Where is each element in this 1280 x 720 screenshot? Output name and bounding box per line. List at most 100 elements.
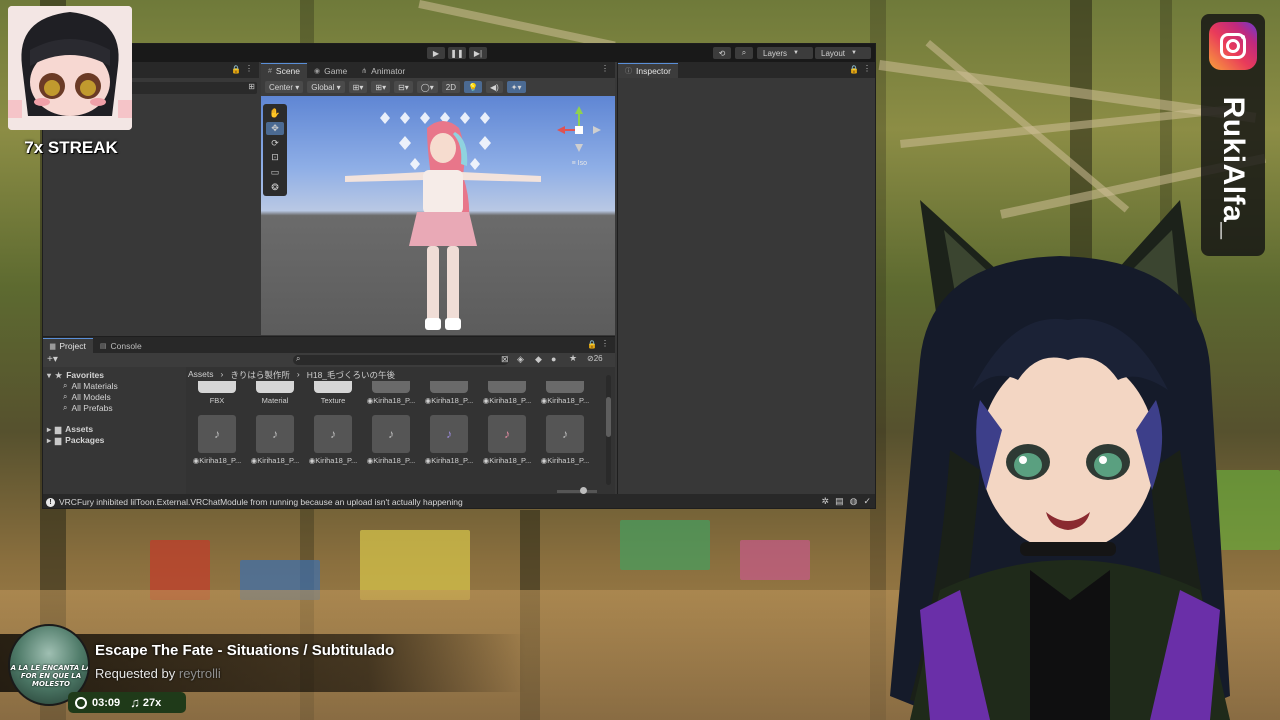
type-filter-icon[interactable]: ◈ [517,354,524,365]
favorite-icon[interactable]: ★ [569,353,577,364]
hidden-count-badge[interactable]: ⊘26 [587,354,603,363]
package-filter-icon[interactable]: ● [551,354,556,364]
animator-icon: ⋔ [361,67,368,75]
tab-console[interactable]: ▤ Console [93,338,149,353]
status-bar[interactable]: ! VRCFury inhibited lilToon.External.VRC… [43,494,875,508]
scene-viewport[interactable]: ✋ ✥ ⟳ ⊡ ▭ ❂ ≡ Iso [261,96,615,335]
animation-clip-icon: ♪ [314,415,352,453]
requester-name: reytrolli [178,666,221,681]
streak-avatar [8,6,132,130]
tab-scene[interactable]: # Scene [261,63,308,78]
folder-icon [256,381,294,393]
grid-snap-icon[interactable]: ⊞▾ [348,81,368,93]
tree-packages[interactable]: ▸ ▆ Packages [47,435,104,445]
asset-tile[interactable]: ◉Kiriha18_P... [537,381,593,405]
now-playing-widget: A LA LE ENCANTA LA FOR EN QUE LA MOLESTO… [0,620,526,720]
scene-panel: # Scene ◉ Game ⋔ Animator ⋮ Center ▾ Glo… [261,62,615,335]
tree-favorites[interactable]: ▾ ★ Favorites [47,370,104,380]
asset-tile[interactable]: ♪ ◉Kiriha18_P... [363,415,419,465]
layers-dropdown[interactable]: Layers ▼ [757,47,813,59]
layout-dropdown[interactable]: Layout ▼ [815,47,871,59]
lighting-icon[interactable]: 💡 [464,81,482,93]
asset-tile[interactable]: Texture [305,381,361,405]
main-toolbar: ▶ ❚❚ ▶| ⟲ ⌕ Layers ▼ Layout ▼ [43,44,875,62]
playback-pill: 03:09 ♫ 27x [68,692,186,713]
tree-favorite-item[interactable]: ⌕ All Materials [63,381,118,391]
history-icon[interactable]: ⟲ [713,47,731,59]
lock-icon[interactable]: 🔒 [849,65,859,74]
avatar-model[interactable] [345,106,541,334]
breadcrumb-item[interactable]: H18_毛づくろいの午後 [307,369,395,381]
scene-icon: # [268,67,272,75]
snap-increment-icon[interactable]: ⊞▾ [371,81,391,93]
pivot-dropdown[interactable]: Center ▾ [265,81,304,93]
add-icon[interactable]: +▾ [47,354,58,365]
play-button[interactable]: ▶ [427,47,445,59]
scene-search-icon[interactable]: ⊠ [501,354,509,365]
asset-tile[interactable]: Material [247,381,303,405]
mode-2d-toggle[interactable]: 2D [441,81,460,93]
step-button[interactable]: ▶| [469,47,487,59]
asset-tile[interactable]: FBX [189,381,245,405]
scale-tool-icon[interactable]: ⊡ [266,151,284,164]
tab-game[interactable]: ◉ Game [307,63,354,78]
eye-off-icon: ⊘ [587,354,594,363]
shading-icon[interactable]: ◯▾ [416,81,438,93]
breadcrumb: Assets › きりはら製作所 › H18_毛づくろいの午後 [188,369,402,381]
scrollbar-thumb[interactable] [606,397,611,437]
asset-tile[interactable]: ♪ ◉Kiriha18_P... [247,415,303,465]
more-icon[interactable]: ⋮ [245,64,253,73]
label-filter-icon[interactable]: ◆ [535,354,542,365]
asset-tile[interactable]: ♪ ◉Kiriha18_P... [479,415,535,465]
asset-grid-scrollbar[interactable] [606,375,611,485]
asset-tile[interactable]: ♪ ◉Kiriha18_P... [189,415,245,465]
more-icon[interactable]: ⋮ [601,64,609,73]
animation-clip-icon: ♪ [546,415,584,453]
projection-label[interactable]: ≡ Iso [572,160,587,167]
tree-assets[interactable]: ▸ ▆ Assets [47,424,93,434]
animation-clip-icon [488,381,526,393]
progress-icon[interactable]: ▤ [835,496,844,507]
project-search-input[interactable]: ⌕ [293,354,509,365]
asset-tile[interactable]: ♪ ◉Kiriha18_P... [305,415,361,465]
streak-label: 7x STREAK [24,138,118,157]
hand-tool-icon[interactable]: ✋ [266,107,284,120]
tab-inspector[interactable]: ⓘ Inspector [618,63,678,78]
debug-icon[interactable]: ✲ [822,496,830,507]
asset-tile[interactable]: ◉Kiriha18_P... [363,381,419,405]
rect-tool-icon[interactable]: ▭ [266,166,284,179]
tree-favorite-item[interactable]: ⌕ All Prefabs [63,403,113,413]
space-dropdown[interactable]: Global ▾ [307,81,345,93]
audio-icon[interactable]: ◀) [485,81,503,93]
rotate-tool-icon[interactable]: ⟳ [266,137,284,150]
folder-icon [314,381,352,393]
asset-tile[interactable]: ♪ ◉Kiriha18_P... [421,415,477,465]
tab-animator[interactable]: ⋔ Animator [354,63,412,78]
lock-icon[interactable]: 🔒 [587,340,597,349]
asset-tile[interactable]: ♪ ◉Kiriha18_P... [537,415,593,465]
cache-icon[interactable]: ◍ [850,496,858,507]
animation-clip-icon [372,381,410,393]
breadcrumb-item[interactable]: きりはら製作所 [230,369,290,381]
lock-icon[interactable]: 🔒 [231,65,241,74]
search-icon[interactable]: ⌕ [735,47,753,59]
thumbnail-size-slider[interactable] [557,487,597,494]
slider-knob[interactable] [580,487,587,494]
asset-tile[interactable]: ◉Kiriha18_P... [421,381,477,405]
effects-icon[interactable]: ✦▾ [506,81,526,93]
tab-project[interactable]: ▆ Project [43,338,93,353]
more-icon[interactable]: ⋮ [601,339,609,348]
transform-tool-icon[interactable]: ❂ [266,181,284,194]
filter-icon[interactable]: ⊞ [248,82,255,91]
asset-tile[interactable]: ◉Kiriha18_P... [479,381,535,405]
move-tool-icon[interactable]: ✥ [266,121,284,135]
breadcrumb-item[interactable]: Assets [188,369,214,381]
orientation-gizmo-icon[interactable] [553,104,605,156]
tree-favorite-item[interactable]: ⌕ All Models [63,392,111,402]
pause-button[interactable]: ❚❚ [448,47,466,59]
animation-clip-icon: ♪ [430,415,468,453]
check-icon[interactable]: ✓ [863,496,871,507]
draw-mode-icon[interactable]: ⊟▾ [394,81,413,93]
warning-icon: ! [46,497,55,507]
more-icon[interactable]: ⋮ [863,64,871,73]
